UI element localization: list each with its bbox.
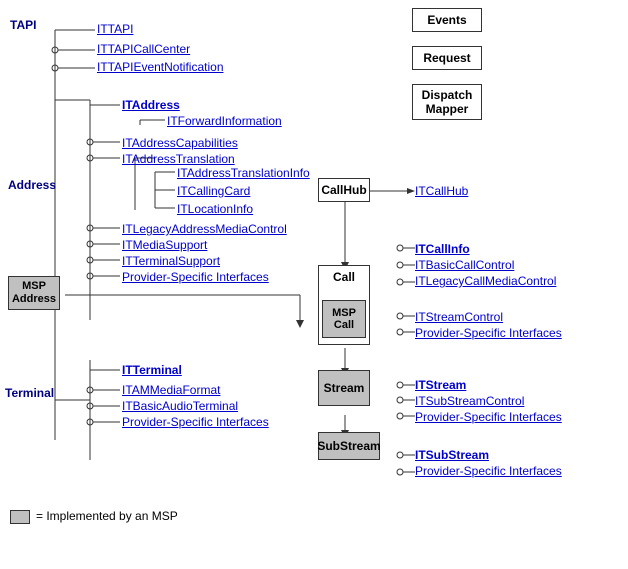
ittapieventnotification-link[interactable]: ITTAPIEventNotification [97, 60, 224, 74]
substream-label: SubStream [317, 439, 380, 453]
msp-address-label: MSP Address [12, 280, 56, 306]
request-label: Request [423, 51, 470, 65]
dispatch-box: Dispatch Mapper [412, 84, 482, 120]
callhub-box: CallHub [318, 178, 370, 202]
legend-label: = Implemented by an MSP [36, 509, 178, 523]
callhub-label: CallHub [321, 183, 366, 197]
request-box: Request [412, 46, 482, 70]
itcallingcard-link[interactable]: ITCallingCard [177, 184, 250, 198]
events-label: Events [427, 13, 466, 27]
ittapicallcenter-link[interactable]: ITTAPICallCenter [97, 42, 190, 56]
itlegacyaddressmediacontrol-link[interactable]: ITLegacyAddressMediaControl [122, 222, 287, 236]
dispatch-label: Dispatch Mapper [422, 88, 473, 116]
itaddress-link[interactable]: ITAddress [122, 98, 180, 112]
itaddresscapabilities-link[interactable]: ITAddressCapabilities [122, 136, 238, 150]
itforwardinformation-link[interactable]: ITForwardInformation [167, 114, 282, 128]
itmediasupport-link[interactable]: ITMediaSupport [122, 238, 207, 252]
itbasiccallcontrol-link[interactable]: ITBasicCallControl [415, 258, 514, 272]
provider-specific5-link[interactable]: Provider-Specific Interfaces [415, 464, 562, 478]
stream-label: Stream [324, 381, 365, 395]
itlocationinfo-link[interactable]: ITLocationInfo [177, 202, 253, 216]
substream-box: SubStream [318, 432, 380, 460]
provider-specific3-link[interactable]: Provider-Specific Interfaces [122, 415, 269, 429]
itaddresstranslationinfo-link[interactable]: ITAddressTranslationInfo [177, 166, 310, 180]
itammediaformat-link[interactable]: ITAMMediaFormat [122, 383, 220, 397]
tapi-label: TAPI [10, 18, 36, 32]
itterminalsupport-link[interactable]: ITTerminalSupport [122, 254, 220, 268]
itcallhub-link[interactable]: ITCallHub [415, 184, 468, 198]
provider-specific1-link[interactable]: Provider-Specific Interfaces [122, 270, 269, 284]
provider-specific4-link[interactable]: Provider-Specific Interfaces [415, 410, 562, 424]
itsubstreamcontrol-link[interactable]: ITSubStreamControl [415, 394, 524, 408]
itsubstream-link[interactable]: ITSubStream [415, 448, 489, 462]
events-box: Events [412, 8, 482, 32]
msp-call-box: MSP Call [322, 300, 366, 338]
itstreamcontrol-link[interactable]: ITStreamControl [415, 310, 503, 324]
provider-specific2-link[interactable]: Provider-Specific Interfaces [415, 326, 562, 340]
msp-address-box: MSP Address [8, 276, 60, 310]
itterminal-link[interactable]: ITTerminal [122, 363, 182, 377]
itbasicaudioterminal-link[interactable]: ITBasicAudioTerminal [122, 399, 238, 413]
ittapi-link[interactable]: ITTAPI [97, 22, 133, 36]
address-label: Address [8, 178, 56, 192]
architecture-diagram: TAPI Events Request Dispatch Mapper ITTA… [0, 0, 628, 569]
msp-call-label: MSP Call [332, 307, 356, 331]
call-label: Call [333, 270, 355, 284]
itstream-link[interactable]: ITStream [415, 378, 466, 392]
stream-box: Stream [318, 370, 370, 406]
itaddresstranslation-link[interactable]: ITAddressTranslation [122, 152, 235, 166]
terminal-label: Terminal [5, 386, 54, 400]
itcallinfo-link[interactable]: ITCallInfo [415, 242, 470, 256]
itlegacycallmediacontrol-link[interactable]: ITLegacyCallMediaControl [415, 274, 556, 288]
legend-box [10, 510, 30, 524]
